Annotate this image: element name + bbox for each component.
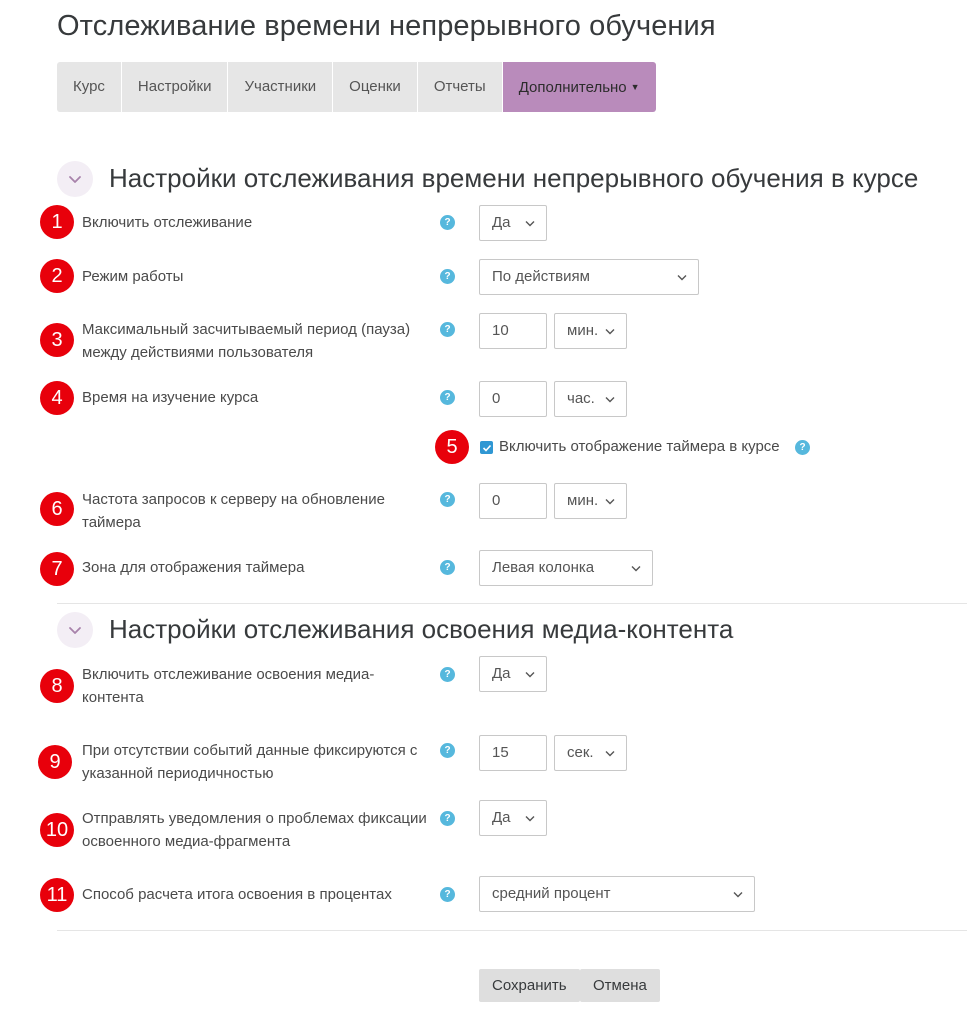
field-label: Время на изучение курса [82, 389, 259, 406]
chevron-down-icon [69, 176, 81, 183]
field-label: Включить отслеживание [82, 214, 253, 231]
chevron-down-icon [525, 801, 535, 835]
page-title: Отслеживание времени непрерывного обучен… [57, 10, 716, 42]
calc-method-select[interactable]: средний процент [479, 876, 755, 912]
section-collapse-toggle[interactable] [57, 161, 93, 197]
select-value: По действиям [492, 268, 590, 285]
step-number-badge: 7 [40, 552, 74, 586]
chevron-down-icon: ▼ [630, 82, 640, 92]
chevron-down-icon [605, 484, 615, 518]
step-number-badge: 4 [40, 381, 74, 415]
show-timer-checkbox[interactable] [480, 441, 493, 454]
chevron-down-icon [525, 657, 535, 691]
step-number-badge: 10 [40, 813, 74, 847]
help-icon[interactable]: ? [440, 390, 455, 405]
tab-reports[interactable]: Отчеты [417, 62, 503, 112]
section-collapse-toggle[interactable] [57, 612, 93, 648]
tab-more[interactable]: Дополнительно ▼ [502, 62, 656, 112]
section-title: Настройки отслеживания времени непрерывн… [109, 163, 919, 193]
tab-settings[interactable]: Настройки [121, 62, 229, 112]
mode-select[interactable]: По действиям [479, 259, 699, 295]
chevron-down-icon [525, 206, 535, 240]
tab-course[interactable]: Курс [57, 62, 122, 112]
help-icon[interactable]: ? [440, 215, 455, 230]
chevron-down-icon [733, 877, 743, 911]
chevron-down-icon [631, 551, 641, 585]
select-value: час. [567, 390, 595, 407]
step-number-badge: 5 [435, 430, 469, 464]
field-label: При отсутствии событий данные фиксируютс… [82, 742, 418, 782]
chevron-down-icon [605, 382, 615, 416]
help-icon[interactable]: ? [440, 743, 455, 758]
study-time-unit-select[interactable]: час. [554, 381, 627, 417]
help-icon[interactable]: ? [440, 667, 455, 682]
select-value: Да [492, 665, 511, 682]
save-button[interactable]: Сохранить [479, 969, 580, 1002]
step-number-badge: 8 [40, 669, 74, 703]
show-timer-label[interactable]: Включить отображение таймера в курсе [499, 438, 780, 455]
request-freq-unit-select[interactable]: мин. [554, 483, 627, 519]
step-number-badge: 6 [40, 492, 74, 526]
chevron-down-icon [605, 736, 615, 770]
chevron-down-icon [677, 260, 687, 294]
field-label: Частота запросов к серверу на обновление… [82, 491, 385, 531]
request-freq-input[interactable]: 0 [479, 483, 547, 519]
select-value: сек. [567, 744, 594, 761]
no-events-unit-select[interactable]: сек. [554, 735, 627, 771]
select-value: средний процент [492, 885, 611, 902]
help-icon[interactable]: ? [440, 811, 455, 826]
max-pause-input[interactable]: 10 [479, 313, 547, 349]
field-label: Способ расчета итога освоения в процента… [82, 886, 392, 903]
help-icon[interactable]: ? [440, 269, 455, 284]
select-value: Да [492, 214, 511, 231]
course-nav-tabs: Курс Настройки Участники Оценки Отчеты Д… [57, 62, 656, 112]
section-divider [57, 603, 967, 604]
select-value: Да [492, 809, 511, 826]
study-time-input[interactable]: 0 [479, 381, 547, 417]
enable-media-select[interactable]: Да [479, 656, 547, 692]
section-divider [57, 930, 967, 931]
help-icon[interactable]: ? [795, 440, 810, 455]
help-icon[interactable]: ? [440, 560, 455, 575]
enable-tracking-select[interactable]: Да [479, 205, 547, 241]
step-number-badge: 3 [40, 323, 74, 357]
field-label: Максимальный засчитываемый период (пауза… [82, 321, 411, 361]
notify-select[interactable]: Да [479, 800, 547, 836]
cancel-button[interactable]: Отмена [580, 969, 660, 1002]
tab-more-label: Дополнительно [518, 79, 627, 96]
step-number-badge: 9 [38, 745, 72, 779]
help-icon[interactable]: ? [440, 887, 455, 902]
field-label: Режим работы [82, 268, 184, 285]
step-number-badge: 2 [40, 259, 74, 293]
select-value: Левая колонка [492, 559, 595, 576]
step-number-badge: 11 [40, 878, 74, 912]
chevron-down-icon [69, 627, 81, 634]
help-icon[interactable]: ? [440, 492, 455, 507]
help-icon[interactable]: ? [440, 322, 455, 337]
select-value: мин. [567, 322, 599, 339]
no-events-input[interactable]: 15 [479, 735, 547, 771]
select-value: мин. [567, 492, 599, 509]
tab-grades[interactable]: Оценки [333, 62, 418, 112]
step-number-badge: 1 [40, 205, 74, 239]
chevron-down-icon [605, 314, 615, 348]
max-pause-unit-select[interactable]: мин. [554, 313, 627, 349]
field-label: Отправлять уведомления о проблемах фикса… [82, 810, 427, 850]
field-label: Включить отслеживание освоения медиа-кон… [82, 666, 375, 706]
section-title: Настройки отслеживания освоения медиа-ко… [109, 614, 734, 644]
tab-participants[interactable]: Участники [228, 62, 334, 112]
field-label: Зона для отображения таймера [82, 559, 305, 576]
checkmark-icon [482, 444, 491, 452]
timer-zone-select[interactable]: Левая колонка [479, 550, 653, 586]
